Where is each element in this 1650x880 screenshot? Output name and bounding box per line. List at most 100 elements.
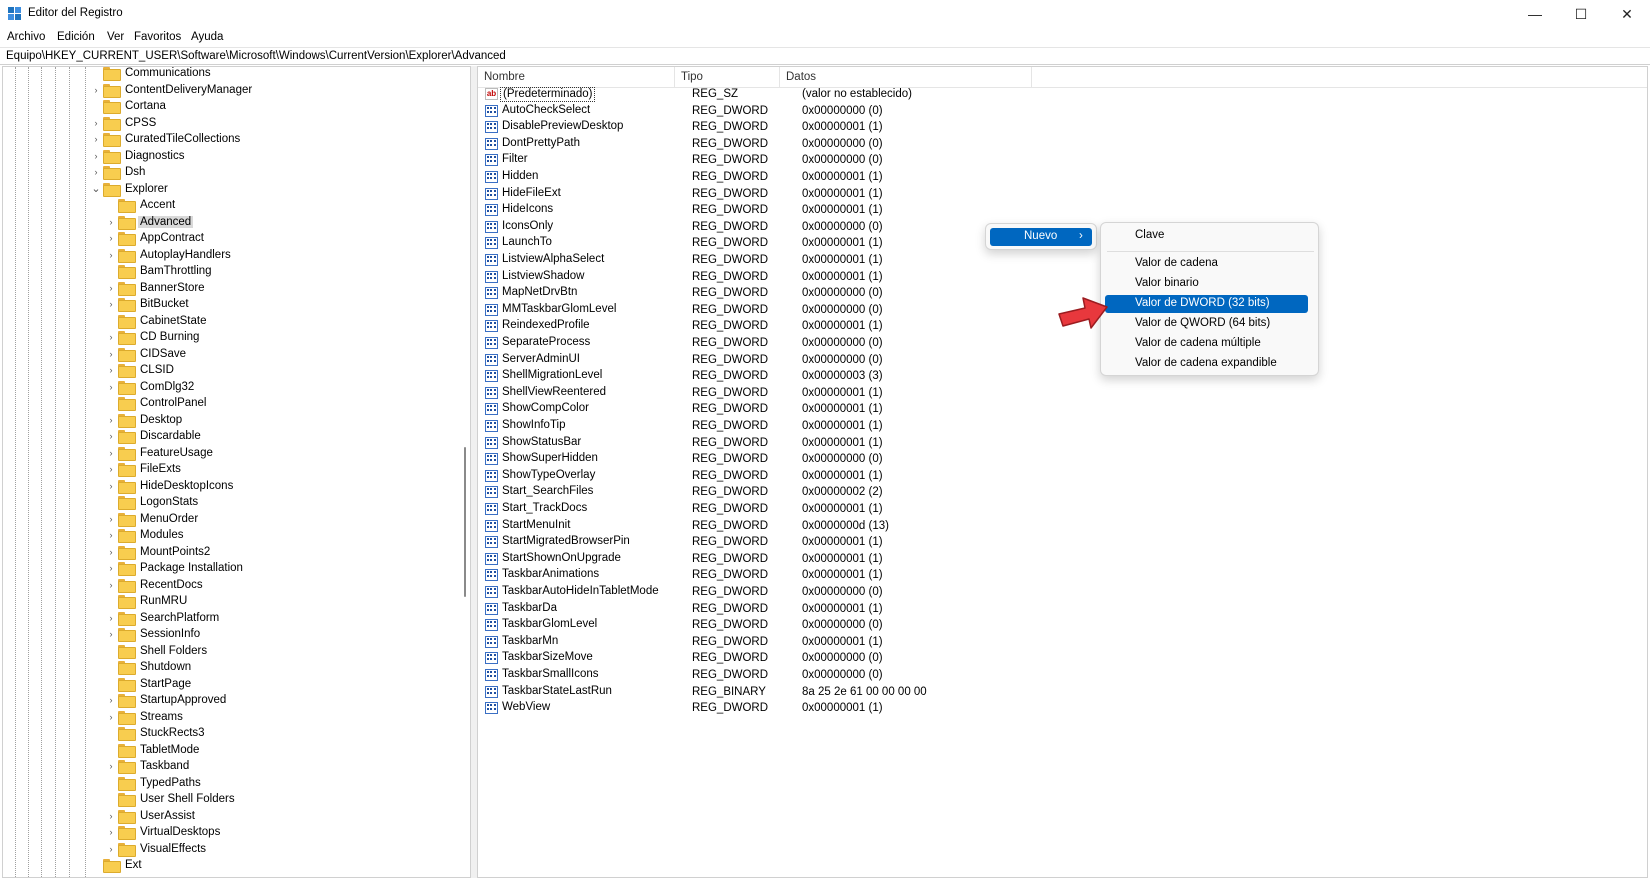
list-row[interactable]: ShellMigrationLevel REG_DWORD 0x00000003 (… bbox=[478, 368, 1647, 385]
maximize-button[interactable]: ☐ bbox=[1558, 0, 1604, 28]
tree-item[interactable]: › SessionInfo bbox=[106, 626, 202, 642]
chevron-right-icon[interactable]: › bbox=[106, 560, 116, 576]
chevron-right-icon[interactable]: › bbox=[106, 577, 116, 593]
list-row[interactable]: ListviewShadow REG_DWORD 0x00000001 (1) bbox=[478, 269, 1647, 286]
tree-item[interactable]: LogonStats bbox=[106, 494, 200, 510]
chevron-right-icon[interactable]: › bbox=[91, 115, 101, 131]
chevron-right-icon[interactable]: › bbox=[106, 362, 116, 378]
tree-item[interactable]: StartPage bbox=[106, 676, 193, 692]
tree-item[interactable]: › Streams bbox=[106, 709, 185, 725]
chevron-right-icon[interactable]: › bbox=[106, 329, 116, 345]
tree-item[interactable]: › VirtualDesktops bbox=[106, 824, 222, 840]
address-bar[interactable]: Equipo\HKEY_CURRENT_USER\Software\Micros… bbox=[0, 47, 1650, 65]
tree-item[interactable]: › HideDesktopIcons bbox=[106, 478, 235, 494]
column-header-nombre[interactable]: Nombre bbox=[478, 67, 675, 88]
tree-item[interactable]: Ext bbox=[91, 857, 144, 873]
tree-item[interactable]: Shutdown bbox=[106, 659, 193, 675]
column-header-tipo[interactable]: Tipo bbox=[675, 67, 780, 88]
submenu-item-binario[interactable]: Valor binario bbox=[1105, 275, 1314, 293]
tree-item[interactable]: › Discardable bbox=[106, 428, 203, 444]
list-row[interactable]: TaskbarMn REG_DWORD 0x00000001 (1) bbox=[478, 634, 1647, 651]
list-row[interactable]: ShowInfoTip REG_DWORD 0x00000001 (1) bbox=[478, 418, 1647, 435]
chevron-right-icon[interactable]: › bbox=[106, 544, 116, 560]
tree-item[interactable]: Shell Folders bbox=[106, 643, 209, 659]
chevron-right-icon[interactable]: › bbox=[106, 428, 116, 444]
chevron-right-icon[interactable]: › bbox=[106, 296, 116, 312]
list-row[interactable]: WebView REG_DWORD 0x00000001 (1) bbox=[478, 700, 1647, 717]
menu-ver[interactable]: Ver bbox=[107, 31, 124, 43]
tree-item[interactable]: › VisualEffects bbox=[106, 841, 208, 857]
tree-item[interactable]: ⌄ Explorer bbox=[91, 181, 170, 197]
tree-item[interactable]: › CLSID bbox=[106, 362, 176, 378]
list-row[interactable]: AutoCheckSelect REG_DWORD 0x00000000 (0) bbox=[478, 103, 1647, 120]
chevron-right-icon[interactable]: › bbox=[106, 412, 116, 428]
tree-item[interactable]: › Modules bbox=[106, 527, 185, 543]
chevron-right-icon[interactable]: › bbox=[106, 478, 116, 494]
submenu-item-qword[interactable]: Valor de QWORD (64 bits) bbox=[1105, 315, 1314, 333]
list-row[interactable]: ShellViewReentered REG_DWORD 0x00000001 (1… bbox=[478, 385, 1647, 402]
chevron-right-icon[interactable]: › bbox=[106, 214, 116, 230]
chevron-right-icon[interactable]: › bbox=[91, 148, 101, 164]
tree-item[interactable]: › BannerStore bbox=[106, 280, 207, 296]
list-row[interactable]: HideIcons REG_DWORD 0x00000001 (1) bbox=[478, 202, 1647, 219]
menu-ayuda[interactable]: Ayuda bbox=[191, 31, 223, 43]
list-row[interactable]: ShowSuperHidden REG_DWORD 0x00000000 (0) bbox=[478, 451, 1647, 468]
column-header-datos[interactable]: Datos bbox=[780, 67, 1032, 88]
minimize-button[interactable]: — bbox=[1512, 0, 1558, 28]
tree-item[interactable]: BamThrottling bbox=[106, 263, 214, 279]
list-row[interactable]: TaskbarDa REG_DWORD 0x00000001 (1) bbox=[478, 601, 1647, 618]
list-row[interactable]: TaskbarSizeMove REG_DWORD 0x00000000 (0) bbox=[478, 650, 1647, 667]
list-row[interactable]: StartMenuInit REG_DWORD 0x0000000d (13) bbox=[478, 518, 1647, 535]
chevron-right-icon[interactable]: › bbox=[106, 247, 116, 263]
chevron-right-icon[interactable]: › bbox=[106, 346, 116, 362]
tree-item[interactable]: › CuratedTileCollections bbox=[91, 131, 242, 147]
chevron-right-icon[interactable]: › bbox=[106, 626, 116, 642]
submenu-item-cadena[interactable]: Valor de cadena bbox=[1105, 255, 1314, 273]
list-row[interactable]: Start_TrackDocs REG_DWORD 0x00000001 (1) bbox=[478, 501, 1647, 518]
list-row[interactable]: ServerAdminUI REG_DWORD 0x00000000 (0) bbox=[478, 352, 1647, 369]
tree-item[interactable]: Communications bbox=[91, 67, 213, 81]
chevron-right-icon[interactable]: › bbox=[106, 445, 116, 461]
submenu-item-dword[interactable]: Valor de DWORD (32 bits) bbox=[1105, 295, 1308, 313]
list-row[interactable]: TaskbarAutoHideInTabletMode REG_DWORD 0x00… bbox=[478, 584, 1647, 601]
chevron-right-icon[interactable]: › bbox=[106, 230, 116, 246]
tree-item[interactable]: Cortana bbox=[91, 98, 168, 114]
tree-item[interactable]: › MenuOrder bbox=[106, 511, 200, 527]
menu-edicion[interactable]: Edición bbox=[57, 31, 95, 43]
submenu-item-cadena-expandible[interactable]: Valor de cadena expandible bbox=[1105, 355, 1314, 373]
list-row[interactable]: ab (Predeterminado) REG_SZ (valor no establ… bbox=[478, 86, 1647, 103]
tree-item[interactable]: StuckRects3 bbox=[106, 725, 207, 741]
list-row[interactable]: SeparateProcess REG_DWORD 0x00000000 (0) bbox=[478, 335, 1647, 352]
submenu-item-clave[interactable]: Clave bbox=[1105, 227, 1314, 245]
list-row[interactable]: DisablePreviewDesktop REG_DWORD 0x00000001… bbox=[478, 119, 1647, 136]
list-row[interactable]: StartShownOnUpgrade REG_DWORD 0x00000001 (… bbox=[478, 551, 1647, 568]
list-row[interactable]: TaskbarAnimations REG_DWORD 0x00000001 (1) bbox=[478, 567, 1647, 584]
list-row[interactable]: ShowTypeOverlay REG_DWORD 0x00000001 (1) bbox=[478, 468, 1647, 485]
list-row[interactable]: ShowStatusBar REG_DWORD 0x00000001 (1) bbox=[478, 435, 1647, 452]
tree-item[interactable]: › Package Installation bbox=[106, 560, 245, 576]
chevron-right-icon[interactable]: › bbox=[106, 610, 116, 626]
chevron-right-icon[interactable]: › bbox=[106, 824, 116, 840]
tree-scrollbar-thumb[interactable] bbox=[464, 447, 466, 597]
menu-item-nuevo[interactable]: Nuevo › bbox=[990, 228, 1092, 246]
chevron-right-icon[interactable]: › bbox=[106, 379, 116, 395]
list-row[interactable]: ShowCompColor REG_DWORD 0x00000001 (1) bbox=[478, 401, 1647, 418]
chevron-right-icon[interactable]: › bbox=[106, 511, 116, 527]
tree-item[interactable]: ControlPanel bbox=[106, 395, 208, 411]
chevron-down-icon[interactable]: ⌄ bbox=[91, 181, 101, 197]
tree-item[interactable]: › CPSS bbox=[91, 115, 158, 131]
tree-item[interactable]: › Taskband bbox=[106, 758, 191, 774]
chevron-right-icon[interactable]: › bbox=[106, 758, 116, 774]
chevron-right-icon[interactable]: › bbox=[106, 709, 116, 725]
menu-favoritos[interactable]: Favoritos bbox=[134, 31, 181, 43]
list-row[interactable]: TaskbarStateLastRun REG_BINARY 8a 25 2e 61… bbox=[478, 684, 1647, 701]
chevron-right-icon[interactable]: › bbox=[106, 808, 116, 824]
list-row[interactable]: TaskbarSmallIcons REG_DWORD 0x00000000 (0) bbox=[478, 667, 1647, 684]
list-row[interactable]: ListviewAlphaSelect REG_DWORD 0x00000001 (… bbox=[478, 252, 1647, 269]
tree-item[interactable]: › SearchPlatform bbox=[106, 610, 221, 626]
tree-item[interactable]: › AutoplayHandlers bbox=[106, 247, 233, 263]
tree-item[interactable]: › Diagnostics bbox=[91, 148, 186, 164]
tree-item[interactable]: TabletMode bbox=[106, 742, 201, 758]
key-tree-pane[interactable]: Communications › ContentDeliveryManager Cor… bbox=[2, 66, 471, 878]
tree-item[interactable]: › AppContract bbox=[106, 230, 206, 246]
